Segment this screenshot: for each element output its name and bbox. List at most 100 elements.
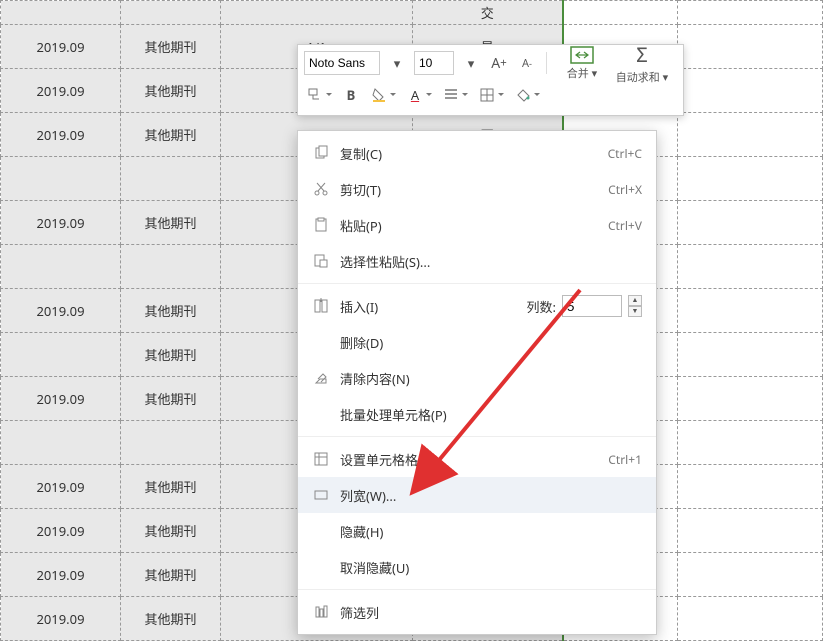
paste-special-icon [308,253,334,269]
ctx-batch[interactable]: 批量处理单元格(P) [298,396,656,432]
clear-icon [308,370,334,386]
ctx-format-cells[interactable]: 设置单元格格式... Ctrl+1 [298,441,656,477]
ctx-label: 粘贴(P) [334,216,608,235]
cell[interactable]: 其他期刊 [121,69,221,113]
cell[interactable]: 其他期刊 [121,201,221,245]
cell[interactable] [678,201,823,245]
cell[interactable] [121,1,221,25]
cell[interactable]: 其他期刊 [121,289,221,333]
border-icon[interactable] [476,84,498,106]
ctx-shortcut: Ctrl+1 [608,451,642,468]
cell[interactable] [678,157,823,201]
ctx-label: 删除(D) [334,333,642,352]
cell[interactable] [1,245,121,289]
cell[interactable] [121,421,221,465]
paint-bucket-icon[interactable] [512,84,534,106]
align-icon[interactable] [440,84,462,106]
font-name-input[interactable] [304,51,380,75]
cell[interactable]: 其他期刊 [121,377,221,421]
ctx-hide[interactable]: 隐藏(H) [298,513,656,549]
cell[interactable]: 2019.09 [1,69,121,113]
cell[interactable] [1,333,121,377]
ctx-unhide[interactable]: 取消隐藏(U) [298,549,656,585]
ctx-label: 列宽(W)... [334,486,642,505]
cell[interactable]: 2019.09 [1,465,121,509]
cell[interactable]: 其他期刊 [121,113,221,157]
cell[interactable]: 2019.09 [1,289,121,333]
cell[interactable]: 2019.09 [1,509,121,553]
cell[interactable] [678,289,823,333]
autosum-group[interactable]: Σ 自动求和 ▾ [615,41,669,85]
ctx-paste[interactable]: 粘贴(P) Ctrl+V [298,207,656,243]
filter-icon [308,604,334,620]
ctx-label: 清除内容(N) [334,369,642,388]
cell[interactable] [563,1,678,25]
cell[interactable] [678,245,823,289]
cell[interactable] [678,69,823,113]
ctx-paste-special[interactable]: 选择性粘贴(S)... [298,243,656,279]
cell[interactable] [678,597,823,641]
cell[interactable]: 2019.09 [1,113,121,157]
format-painter-icon[interactable] [304,84,326,106]
cell[interactable] [221,1,413,25]
ctx-filter-column[interactable]: 筛选列 [298,594,656,630]
ctx-delete[interactable]: 删除(D) [298,324,656,360]
cell[interactable]: 其他期刊 [121,25,221,69]
cell[interactable] [678,465,823,509]
ctx-copy[interactable]: 复制(C) Ctrl+C [298,135,656,171]
bold-icon[interactable]: B [340,84,362,106]
insert-cols-input[interactable] [562,295,622,317]
cell[interactable]: 2019.09 [1,201,121,245]
cell[interactable]: 其他期刊 [121,597,221,641]
mini-toolbar: ▾ ▾ A+ A- 合并 ▾ Σ 自动求和 ▾ B A [297,44,684,116]
merge-group[interactable]: 合并 ▾ [555,46,609,81]
ctx-label: 批量处理单元格(P) [334,405,642,424]
font-name-dropdown-icon[interactable]: ▾ [386,52,408,74]
cell[interactable] [678,553,823,597]
increase-font-icon[interactable]: A+ [488,52,510,74]
ctx-insert[interactable]: 插入(I) 列数: ▲▼ [298,288,656,324]
cell[interactable] [1,421,121,465]
decrease-font-icon[interactable]: A- [516,52,538,74]
cell[interactable] [678,421,823,465]
cell[interactable]: 其他期刊 [121,465,221,509]
ctx-label: 选择性粘贴(S)... [334,252,642,271]
cell[interactable] [1,157,121,201]
ctx-cut[interactable]: 剪切(T) Ctrl+X [298,171,656,207]
ctx-label: 筛选列 [334,603,642,622]
ctx-clear[interactable]: 清除内容(N) [298,360,656,396]
ctx-shortcut: Ctrl+X [608,181,642,198]
cell[interactable] [678,509,823,553]
ctx-shortcut: Ctrl+C [608,145,642,162]
ctx-label: 设置单元格格式... [334,450,608,469]
fill-color-icon[interactable] [368,84,390,106]
cell[interactable]: 交 [413,1,563,25]
cell[interactable]: 2019.09 [1,25,121,69]
cell[interactable] [678,377,823,421]
cell[interactable]: 2019.09 [1,597,121,641]
font-size-input[interactable] [414,51,454,75]
cell[interactable]: 2019.09 [1,377,121,421]
cell[interactable] [121,157,221,201]
ctx-column-width[interactable]: 列宽(W)... [298,477,656,513]
cell[interactable] [1,1,121,25]
cell[interactable]: 2019.09 [1,553,121,597]
copy-icon [308,145,334,161]
ctx-label: 隐藏(H) [334,522,642,541]
cell[interactable] [121,245,221,289]
insert-cols-spinner[interactable]: ▲▼ [628,295,642,317]
cell[interactable]: 其他期刊 [121,509,221,553]
cell[interactable] [678,113,823,157]
cell[interactable] [678,333,823,377]
cell[interactable]: 其他期刊 [121,333,221,377]
cell[interactable] [678,25,823,69]
cell[interactable]: 其他期刊 [121,553,221,597]
ctx-label: 剪切(T) [334,180,608,199]
font-size-dropdown-icon[interactable]: ▾ [460,52,482,74]
cell[interactable] [678,1,823,25]
font-color-icon[interactable]: A [404,84,426,106]
column-width-icon [308,487,334,503]
context-menu: 复制(C) Ctrl+C 剪切(T) Ctrl+X 粘贴(P) Ctrl+V 选… [297,130,657,635]
insert-cols-label: 列数: [527,297,556,316]
ctx-shortcut: Ctrl+V [608,217,642,234]
